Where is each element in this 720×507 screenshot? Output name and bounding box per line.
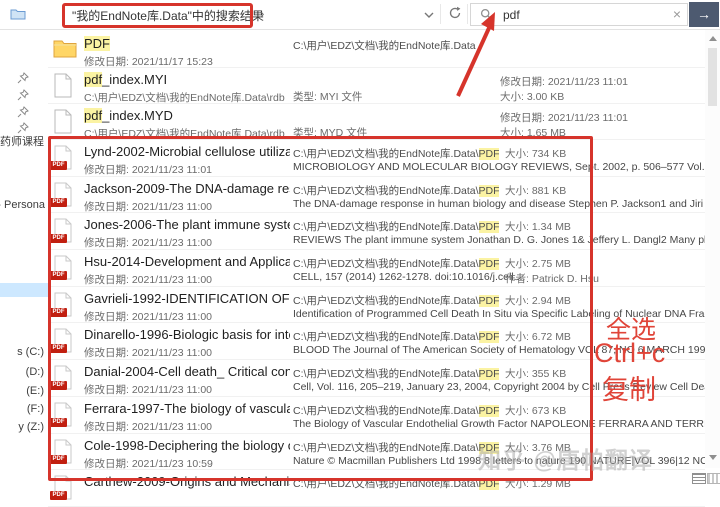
file-name: pdf_index.MYD (84, 108, 290, 123)
chevron-right-icon[interactable]: › (260, 6, 264, 21)
file-name-rest: _index.MYI (102, 72, 167, 87)
scrollbar-thumb[interactable] (708, 48, 717, 106)
pdf-badge: PDF (50, 491, 67, 500)
highlighted-match: pdf (84, 108, 102, 123)
file-icon (53, 109, 77, 135)
scroll-up-arrow[interactable] (709, 36, 717, 41)
file-size: 大小: 3.00 KB (500, 89, 564, 104)
list-view-icon[interactable] (692, 473, 706, 484)
file-icon (53, 73, 77, 99)
sidebar-item-drive-c[interactable]: s (C:) (17, 346, 44, 358)
highlighted-match: pdf (84, 72, 102, 87)
sidebar-item-drive-f[interactable]: (F:) (27, 403, 44, 415)
pushpin-icon (17, 106, 29, 118)
grid-view-icon[interactable] (707, 473, 720, 484)
folder-icon (10, 6, 26, 22)
sidebar-item-label[interactable]: - Persona (0, 199, 45, 211)
file-row-pdf-folder[interactable]: PDF 修改日期: 2021/11/17 15:23 C:\用户\EDZ\文档\… (48, 32, 705, 68)
file-name: pdf_index.MYI (84, 72, 290, 87)
file-row-myd[interactable]: pdf_index.MYD C:\用户\EDZ\文档\我的EndNote库.Da… (48, 104, 705, 140)
sidebar-item-label[interactable]: 药师课程 (0, 133, 44, 149)
file-type: 类型: MYI 文件 (293, 89, 362, 104)
annotation-box-breadcrumb (62, 3, 253, 28)
close-icon[interactable]: × (673, 6, 681, 22)
vertical-scrollbar[interactable] (705, 30, 720, 468)
folder-icon (53, 37, 77, 63)
highlighted-match: PDF (84, 36, 110, 51)
scroll-down-arrow[interactable] (709, 455, 717, 460)
search-query-text: pdf (503, 8, 520, 22)
file-date: 修改日期: 2021/11/23 11:01 (500, 110, 628, 125)
file-row-myi[interactable]: pdf_index.MYI C:\用户\EDZ\文档\我的EndNote库.Da… (48, 68, 705, 104)
sidebar-item-drive-e[interactable]: (E:) (26, 385, 44, 397)
pushpin-icon (17, 72, 29, 84)
annotation-arrow (445, 8, 505, 103)
file-date: 修改日期: 2021/11/17 15:23 (84, 54, 290, 69)
divider (440, 4, 441, 24)
annotation-copy: 复制 (602, 368, 656, 407)
file-name-rest: _index.MYD (102, 108, 173, 123)
search-go-button[interactable]: → (689, 2, 719, 27)
annotation-shortcut: Ctrl+c (594, 338, 665, 369)
chevron-down-icon[interactable] (423, 9, 435, 21)
file-name: PDF (84, 36, 290, 51)
pushpin-icon (17, 89, 29, 101)
file-date: 修改日期: 2021/11/23 11:01 (500, 74, 628, 89)
sidebar-selected-item[interactable] (0, 283, 48, 297)
sidebar-item-drive-d[interactable]: (D:) (26, 366, 44, 378)
file-path: C:\用户\EDZ\文档\我的EndNote库.Data\rdb (84, 90, 290, 105)
watermark: 知乎 @唐帕翻译 (478, 441, 653, 475)
sidebar-item-drive-z[interactable]: y (Z:) (18, 421, 44, 433)
annotation-box-results (48, 136, 593, 481)
